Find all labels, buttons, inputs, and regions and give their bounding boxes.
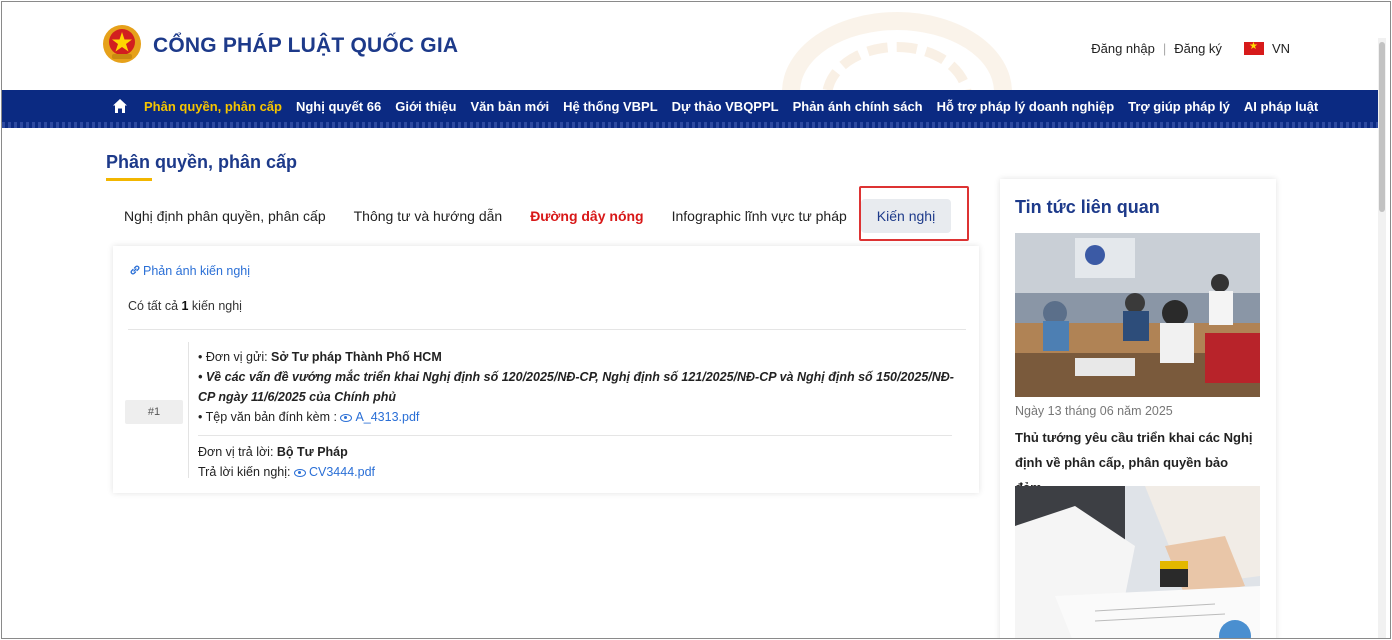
related-news-sidebar: Tin tức liên quan Ngày 13 tháng 06 năm 2… bbox=[1000, 179, 1276, 639]
count-prefix: Có tất cả bbox=[128, 299, 182, 313]
nav-item-du-thao-vbqppl[interactable]: Dự thảo VBQPPL bbox=[672, 99, 779, 114]
attachment-row: • Tệp văn bản đính kèm : A_4313.pdf bbox=[198, 407, 958, 427]
nav-item-gioi-thieu[interactable]: Giới thiệu bbox=[395, 99, 456, 114]
nav-item-phan-quyen[interactable]: Phân quyền, phân cấp bbox=[144, 99, 282, 114]
tab-thong-tu[interactable]: Thông tư và hướng dẫn bbox=[340, 200, 517, 232]
sender-label: • Đơn vị gửi: bbox=[198, 350, 272, 364]
category-tabs: Nghị định phân quyền, phân cấp Thông tư … bbox=[110, 196, 952, 236]
tab-duong-day-nong[interactable]: Đường dây nóng bbox=[516, 200, 657, 232]
divider bbox=[128, 329, 966, 330]
nav-item-nghi-quyet-66[interactable]: Nghị quyết 66 bbox=[296, 99, 381, 114]
item-divider bbox=[198, 435, 952, 436]
tab-nghi-dinh[interactable]: Nghị định phân quyền, phân cấp bbox=[110, 200, 340, 232]
recommendation-count: Có tất cả 1 kiến nghị bbox=[128, 299, 242, 313]
nav-item-ho-tro-phap-ly-dn[interactable]: Hỗ trợ pháp lý doanh nghiệp bbox=[937, 99, 1115, 114]
vietnam-flag-icon[interactable] bbox=[1243, 41, 1264, 55]
reflect-recommendation-link[interactable]: Phản ánh kiến nghị bbox=[129, 264, 250, 278]
nav-border-pattern bbox=[2, 122, 1386, 128]
nav-item-van-ban-moi[interactable]: Văn bản mới bbox=[470, 99, 549, 114]
attachment-file-name: A_4313.pdf bbox=[355, 410, 420, 424]
news-date: Ngày 13 tháng 06 năm 2025 bbox=[1015, 404, 1173, 418]
main-nav: Phân quyền, phân cấp Nghị quyết 66 Giới … bbox=[2, 90, 1386, 128]
responder-label: Đơn vị trả lời: bbox=[198, 445, 277, 459]
scrollbar-thumb[interactable] bbox=[1379, 42, 1385, 212]
recommendations-card: Phản ánh kiến nghị Có tất cả 1 kiến nghị… bbox=[113, 246, 979, 493]
reflect-link-label: Phản ánh kiến nghị bbox=[143, 264, 251, 278]
news-thumbnail-signing[interactable] bbox=[1015, 486, 1260, 639]
national-emblem-logo[interactable] bbox=[102, 24, 142, 64]
home-icon[interactable] bbox=[112, 98, 128, 114]
browser-page: CỔNG PHÁP LUẬT QUỐC GIA Đăng nhập | Đăng… bbox=[1, 1, 1391, 639]
attachment-label: • Tệp văn bản đính kèm : bbox=[198, 410, 341, 424]
site-title[interactable]: CỔNG PHÁP LUẬT QUỐC GIA bbox=[153, 34, 458, 58]
count-suffix: kiến nghị bbox=[188, 299, 242, 313]
reply-row: Trả lời kiến nghị: CV3444.pdf bbox=[198, 462, 958, 482]
recommendation-item: • Đơn vị gửi: Sở Tư pháp Thành Phố HCM •… bbox=[198, 347, 958, 482]
sender-value: Sở Tư pháp Thành Phố HCM bbox=[271, 350, 442, 364]
sidebar-title: Tin tức liên quan bbox=[1015, 197, 1160, 217]
news-thumbnail-office[interactable] bbox=[1015, 233, 1260, 397]
login-link[interactable]: Đăng nhập bbox=[1091, 41, 1155, 56]
language-selector[interactable]: VN bbox=[1272, 41, 1290, 56]
title-underline bbox=[106, 178, 152, 181]
link-icon bbox=[130, 265, 140, 275]
recommendation-subject: • Về các vấn đề vướng mắc triển khai Ngh… bbox=[198, 370, 954, 404]
tab-kien-nghi[interactable]: Kiến nghị bbox=[860, 199, 952, 233]
page-title: Phân quyền, phân cấp bbox=[106, 152, 298, 172]
link-separator: | bbox=[1162, 41, 1167, 56]
nav-item-tro-giup-phap-ly[interactable]: Trợ giúp pháp lý bbox=[1128, 99, 1230, 114]
auth-links: Đăng nhập | Đăng ký VN bbox=[1091, 41, 1290, 56]
reply-file-name: CV3444.pdf bbox=[308, 465, 375, 479]
reply-file-link[interactable]: CV3444.pdf bbox=[293, 465, 375, 479]
tab-infographic[interactable]: Infographic lĩnh vực tư pháp bbox=[658, 200, 861, 232]
attachment-file-link[interactable]: A_4313.pdf bbox=[340, 410, 419, 424]
eye-icon bbox=[340, 413, 353, 422]
register-link[interactable]: Đăng ký bbox=[1174, 41, 1222, 56]
sender-row: • Đơn vị gửi: Sở Tư pháp Thành Phố HCM bbox=[198, 347, 958, 367]
nav-item-he-thong-vbpl[interactable]: Hệ thống VBPL bbox=[563, 99, 658, 114]
responder-value: Bộ Tư Pháp bbox=[276, 445, 348, 459]
reply-label: Trả lời kiến nghị: bbox=[198, 465, 294, 479]
eye-icon bbox=[293, 468, 306, 477]
nav-items: Phân quyền, phân cấp Nghị quyết 66 Giới … bbox=[112, 90, 1318, 122]
item-vertical-rule bbox=[188, 342, 189, 478]
responder-row: Đơn vị trả lời: Bộ Tư Pháp bbox=[198, 442, 958, 462]
nav-item-ai-phap-luat[interactable]: AI pháp luật bbox=[1244, 99, 1318, 114]
site-header: CỔNG PHÁP LUẬT QUỐC GIA Đăng nhập | Đăng… bbox=[2, 2, 1386, 90]
nav-item-phan-anh-chinh-sach[interactable]: Phản ánh chính sách bbox=[793, 99, 923, 114]
item-number-badge: #1 bbox=[125, 400, 183, 424]
